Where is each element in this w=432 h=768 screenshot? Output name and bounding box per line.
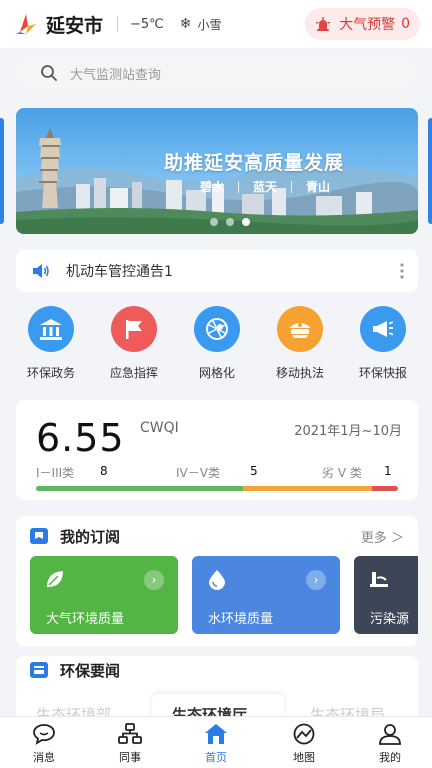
quick-action-env-affairs[interactable]: 环保政务: [11, 306, 91, 381]
banner-tag: 蓝天: [253, 180, 278, 194]
alert-label: 大气预警: [339, 17, 396, 33]
flag-icon: [111, 306, 157, 352]
quick-action-label: 应急指挥: [109, 366, 158, 380]
org-chart-icon: [118, 723, 142, 744]
factory-icon: [370, 572, 388, 587]
env-news-section: 环保要闻 生态环境部 生态环境厅 生态环境局: [16, 656, 418, 716]
station-search-input[interactable]: 大气监测站查询: [16, 54, 418, 92]
carousel-dot[interactable]: [226, 218, 234, 226]
chevron-right-icon: ›: [144, 570, 164, 590]
news-icon: [30, 662, 48, 678]
snowflake-icon: ❄: [179, 16, 192, 32]
home-icon: [205, 724, 227, 744]
notice-text: 机动车管控通告1: [66, 264, 173, 280]
card-label: 污染源: [370, 612, 410, 627]
quick-action-label: 环保快报: [358, 366, 407, 380]
section-title: 我的订阅: [60, 528, 121, 546]
tab-department[interactable]: 生态环境厅: [172, 704, 247, 716]
promo-banner[interactable]: 助推延安高质量发展 碧水 蓝天 青山: [16, 108, 418, 234]
card-label: 水环境质量: [208, 612, 274, 627]
chat-bubble-icon: [33, 724, 55, 745]
temperature: −5℃: [130, 16, 164, 32]
level-distribution-bar: [36, 486, 398, 491]
level-count: 5: [250, 464, 258, 478]
level-count: 1: [384, 464, 392, 478]
tab-label: 消息: [33, 751, 55, 764]
banner-tags: 碧水 蓝天 青山: [200, 178, 330, 195]
subscription-card-water[interactable]: › 水环境质量: [192, 556, 340, 634]
tab-label: 首页: [205, 751, 227, 764]
chevron-right-icon: ›: [306, 570, 326, 590]
alarm-siren-icon: [316, 17, 331, 31]
megaphone-icon: [360, 306, 406, 352]
carousel-next-edge[interactable]: [428, 118, 432, 224]
weather-text: 小雪: [197, 17, 222, 32]
tab-bureau[interactable]: 生态环境局: [310, 704, 385, 716]
level-label: I－III类: [36, 466, 75, 480]
banner-title: 助推延安高质量发展: [164, 152, 345, 174]
government-building-icon: [28, 306, 74, 352]
quick-action-grid[interactable]: 网格化: [177, 306, 257, 381]
level-label: 劣 V 类: [322, 466, 362, 480]
user-icon: [379, 724, 401, 745]
air-alert-button[interactable]: 大气预警 0: [305, 8, 420, 40]
cwqi-unit: CWQI: [140, 420, 179, 436]
divider: [117, 16, 119, 32]
bar-segment-good: [36, 486, 243, 491]
cwqi-value: 6.55: [36, 416, 125, 460]
tab-label: 地图: [293, 751, 315, 764]
search-placeholder: 大气监测站查询: [70, 67, 162, 83]
divider: [291, 180, 293, 193]
quick-action-label: 移动执法: [275, 366, 324, 380]
water-drop-icon: [209, 570, 225, 590]
carousel-prev-edge[interactable]: [0, 118, 4, 224]
tab-ministry[interactable]: 生态环境部: [36, 704, 111, 716]
cwqi-period: 2021年1月~10月: [294, 424, 402, 439]
tab-label: 同事: [119, 751, 141, 764]
leaf-icon: [47, 571, 63, 587]
bar-segment-medium: [242, 486, 373, 491]
level-count: 8: [100, 464, 108, 478]
alert-count: 0: [401, 16, 410, 32]
bar-segment-poor: [372, 486, 398, 491]
quick-action-label: 网格化: [198, 366, 235, 380]
subscription-card-pollution[interactable]: 污染源: [354, 556, 418, 634]
carousel-indicator: [210, 218, 258, 226]
grid-map-icon: [194, 306, 240, 352]
tab-home[interactable]: 首页: [186, 723, 246, 765]
search-icon: [41, 65, 57, 81]
quick-action-law-enforcement[interactable]: 移动执法: [260, 306, 340, 381]
tab-label: 我的: [379, 751, 401, 764]
app-logo-icon: [16, 14, 36, 34]
section-title: 环保要闻: [60, 662, 121, 680]
subscription-icon: [30, 528, 48, 544]
carousel-dot-active[interactable]: [242, 218, 250, 226]
quick-actions: 环保政务 应急指挥 网格化 移动执法 环保快报: [0, 306, 432, 386]
subscriptions-section: 我的订阅 更多 ＞ › 大气环境质量 › 水环境质量 污染源: [16, 516, 418, 646]
quick-action-label: 环保政务: [26, 366, 75, 380]
bottom-tab-bar: 消息 同事 首页 地图 我的: [0, 716, 432, 768]
tab-map[interactable]: 地图: [274, 723, 334, 765]
top-bar: 延安市 −5℃ ❄ 小雪 大气预警 0: [0, 0, 432, 48]
banner-tag: 碧水: [200, 180, 225, 194]
water-quality-card[interactable]: 6.55 CWQI 2021年1月~10月 I－III类 8 IV－V类 5 劣…: [16, 400, 418, 500]
divider: [238, 180, 240, 193]
city-name[interactable]: 延安市: [46, 11, 103, 38]
quick-action-bulletin[interactable]: 环保快报: [343, 306, 423, 381]
tab-messages[interactable]: 消息: [14, 723, 74, 765]
notice-bar[interactable]: 机动车管控通告1: [16, 250, 418, 292]
subscription-card-air[interactable]: › 大气环境质量: [30, 556, 178, 634]
level-label: IV－V类: [176, 466, 220, 480]
tab-colleagues[interactable]: 同事: [100, 723, 160, 765]
tab-profile[interactable]: 我的: [360, 723, 420, 765]
map-gauge-icon: [293, 723, 315, 745]
banner-tag: 青山: [306, 180, 331, 194]
more-link[interactable]: 更多 ＞: [361, 527, 404, 546]
officer-cap-icon: [277, 306, 323, 352]
quick-action-emergency[interactable]: 应急指挥: [94, 306, 174, 381]
card-label: 大气环境质量: [46, 612, 125, 627]
carousel-dot[interactable]: [210, 218, 218, 226]
speaker-icon: [33, 264, 49, 278]
more-vertical-icon[interactable]: [400, 263, 404, 279]
